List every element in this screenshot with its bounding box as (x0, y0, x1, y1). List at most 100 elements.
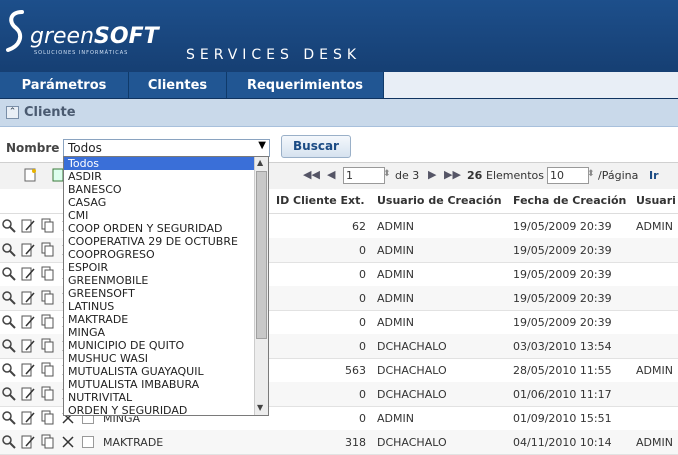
logo: greenSOFT (30, 24, 159, 49)
cell-id: 0 (359, 244, 366, 257)
go-link[interactable]: Ir (649, 169, 659, 182)
col-usuario-mod[interactable]: Usuari (636, 194, 676, 207)
view-icon[interactable] (2, 386, 16, 402)
chevron-down-icon: ▼ (258, 140, 266, 151)
page-input[interactable]: 1 (343, 167, 385, 184)
scroll-up-icon[interactable]: ▲ (257, 158, 263, 167)
view-icon[interactable] (2, 434, 16, 450)
first-page-icon[interactable]: ◀◀ (303, 168, 320, 181)
view-icon[interactable] (2, 362, 16, 378)
dropdown-option[interactable]: ORDEN Y SEGURIDAD (64, 404, 258, 415)
dropdown-option[interactable]: COOPROGRESO (64, 248, 258, 261)
view-icon[interactable] (2, 338, 16, 354)
search-button[interactable]: Buscar (281, 135, 351, 158)
copy-icon[interactable] (41, 218, 55, 234)
nav-parametros[interactable]: Parámetros (0, 72, 129, 98)
cell-user2: ADMIN (636, 220, 673, 233)
select-value: Todos (68, 141, 102, 155)
last-page-icon[interactable]: ▶▶ (444, 168, 461, 181)
col-usuario-creacion[interactable]: Usuario de Creación (377, 194, 502, 207)
edit-icon[interactable] (21, 434, 35, 450)
view-icon[interactable] (2, 290, 16, 306)
edit-icon[interactable] (21, 362, 35, 378)
dropdown-option[interactable]: ASDIR (64, 170, 258, 183)
dropdown-option[interactable]: LATINUS (64, 300, 258, 313)
cell-user: DCHACHALO (377, 364, 447, 377)
cell-id: 0 (359, 388, 366, 401)
dropdown-option[interactable]: MINGA (64, 326, 258, 339)
dropdown-option[interactable]: CASAG (64, 196, 258, 209)
edit-icon[interactable] (21, 386, 35, 402)
dropdown-option[interactable]: COOP ORDEN Y SEGURIDAD (64, 222, 258, 235)
cell-date: 01/09/2010 15:51 (513, 412, 612, 425)
new-document-icon[interactable] (24, 168, 37, 182)
copy-icon[interactable] (41, 362, 55, 378)
edit-icon[interactable] (21, 290, 35, 306)
next-page-icon[interactable]: ▶ (428, 168, 436, 181)
dropdown-scrollbar[interactable]: ▲ ▼ (254, 157, 268, 415)
page-of-label: de 3 (395, 169, 420, 182)
cell-id: 0 (359, 340, 366, 353)
edit-icon[interactable] (21, 242, 35, 258)
logo-text-b: SOFT (94, 24, 159, 49)
table-row[interactable]: MAKTRADE 318 DCHACHALO 04/11/2010 10:14 ADMI… (0, 430, 678, 455)
dropdown-option[interactable]: MAKTRADE (64, 313, 258, 326)
dropdown-option[interactable]: BANESCO (64, 183, 258, 196)
cell-date: 19/05/2009 20:39 (513, 292, 612, 305)
scroll-thumb[interactable] (256, 171, 267, 339)
copy-icon[interactable] (41, 314, 55, 330)
nav-clientes[interactable]: Clientes (129, 72, 227, 98)
logo-tagline: SOLUCIONES INFORMÁTICAS (34, 50, 129, 56)
view-icon[interactable] (2, 410, 16, 426)
dropdown-option[interactable]: CMI (64, 209, 258, 222)
app-header: greenSOFT SOLUCIONES INFORMÁTICAS SERVIC… (0, 0, 678, 72)
edit-icon[interactable] (21, 410, 35, 426)
dropdown-option[interactable]: NUTRIVITAL (64, 391, 258, 404)
page-spinner-icon[interactable]: ⬍ (383, 169, 391, 179)
dropdown-option[interactable]: ESPOIR (64, 261, 258, 274)
dropdown-option[interactable]: MUSHUC WASI (64, 352, 258, 365)
dropdown-option[interactable]: MUTUALISTA GUAYAQUIL (64, 365, 258, 378)
copy-icon[interactable] (41, 242, 55, 258)
prev-page-icon[interactable]: ◀ (327, 168, 335, 181)
cell-user2: ADMIN (636, 436, 673, 449)
name-dropdown-list[interactable]: Todos ASDIR BANESCO CASAG CMI COOP ORDEN Y SE… (63, 156, 269, 416)
cell-user: ADMIN (377, 316, 414, 329)
cell-user: ADMIN (377, 412, 414, 425)
delete-icon[interactable] (61, 434, 75, 450)
dropdown-option[interactable]: GREENMOBILE (64, 274, 258, 287)
cell-id: 0 (359, 268, 366, 281)
dropdown-option[interactable]: COOPERATIVA 29 DE OCTUBRE (64, 235, 258, 248)
col-fecha-creacion[interactable]: Fecha de Creación (513, 194, 626, 207)
view-icon[interactable] (2, 218, 16, 234)
copy-icon[interactable] (41, 338, 55, 354)
copy-icon[interactable] (41, 386, 55, 402)
view-icon[interactable] (2, 314, 16, 330)
edit-icon[interactable] (21, 338, 35, 354)
edit-icon[interactable] (21, 218, 35, 234)
dropdown-option[interactable]: Todos (64, 157, 258, 170)
view-icon[interactable] (2, 242, 16, 258)
per-page-input[interactable]: 10 (547, 167, 589, 184)
copy-icon[interactable] (41, 434, 55, 450)
section-bar: ⌃ Cliente (0, 99, 678, 127)
copy-icon[interactable] (41, 290, 55, 306)
edit-icon[interactable] (21, 314, 35, 330)
dropdown-option[interactable]: MUNICIPIO DE QUITO (64, 339, 258, 352)
scroll-down-icon[interactable]: ▼ (257, 403, 263, 412)
dropdown-option[interactable]: MUTUALISTA IMBABURA (64, 378, 258, 391)
dropdown-option[interactable]: GREENSOFT (64, 287, 258, 300)
copy-icon[interactable] (41, 266, 55, 282)
row-checkbox[interactable] (82, 436, 94, 448)
copy-icon[interactable] (41, 410, 55, 426)
view-icon[interactable] (2, 266, 16, 282)
edit-icon[interactable] (21, 266, 35, 282)
cell-date: 19/05/2009 20:39 (513, 268, 612, 281)
nav-requerimientos[interactable]: Requerimientos (227, 72, 384, 98)
per-page-spinner-icon[interactable]: ⬍ (587, 169, 595, 179)
collapse-icon[interactable]: ⌃ (6, 106, 19, 119)
col-id-cliente-ext[interactable]: ID Cliente Ext. (276, 194, 365, 207)
name-select[interactable]: Todos ▼ (63, 139, 270, 157)
cell-date: 04/11/2010 10:14 (513, 436, 612, 449)
elements-label: Elementos (486, 169, 545, 182)
